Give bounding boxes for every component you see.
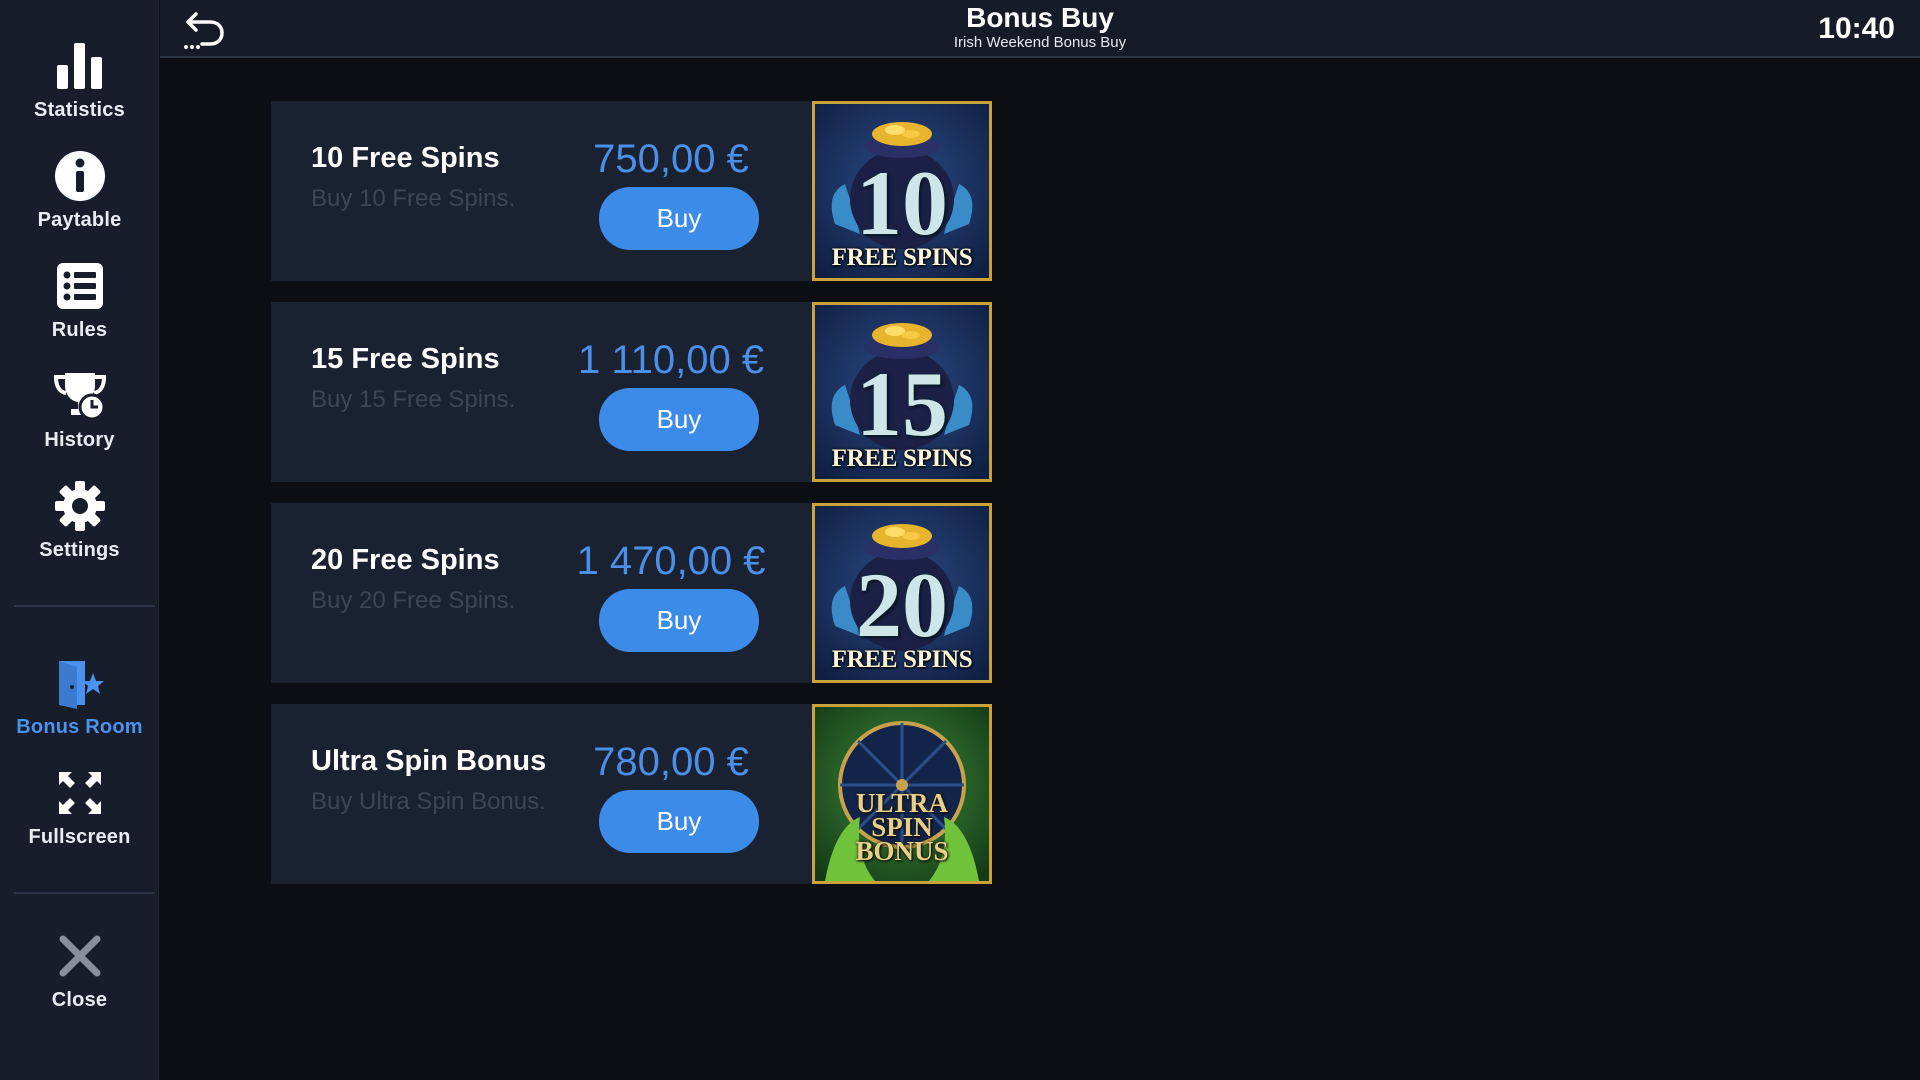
- buy-button[interactable]: Buy: [599, 187, 759, 250]
- sidebar-item-label: Rules: [51, 319, 108, 341]
- offer-card: 15 Free Spins Buy 15 Free Spins. 1 110,0…: [271, 302, 992, 482]
- thumbnail-label: FREE SPINS: [831, 646, 973, 673]
- app-root: Statistics Paytable Rules History Settin…: [0, 0, 1920, 1080]
- thumbnail-label: FREE SPINS: [831, 445, 973, 472]
- buy-button[interactable]: Buy: [599, 589, 759, 652]
- sidebar-item-bonus-room[interactable]: Bonus Room: [0, 655, 159, 759]
- offer-title: 15 Free Spins: [311, 343, 500, 375]
- sidebar-item-fullscreen[interactable]: Fullscreen: [0, 765, 159, 869]
- buy-button[interactable]: Buy: [599, 388, 759, 451]
- sidebar-divider: [14, 605, 155, 607]
- sidebar-item-label: Paytable: [37, 209, 122, 231]
- sidebar-item-label: History: [44, 429, 115, 451]
- title-block: Bonus Buy Irish Weekend Bonus Buy: [160, 0, 1920, 52]
- page-title: Bonus Buy: [966, 2, 1114, 33]
- offer-title: 20 Free Spins: [311, 544, 500, 576]
- offer-card: 20 Free Spins Buy 20 Free Spins. 1 470,0…: [271, 503, 992, 683]
- header-bar: Bonus Buy Irish Weekend Bonus Buy 10:40: [160, 0, 1920, 58]
- offer-card: Ultra Spin Bonus Buy Ultra Spin Bonus. 7…: [271, 704, 992, 884]
- sidebar-item-paytable[interactable]: Paytable: [0, 148, 159, 252]
- page-subtitle: Irish Weekend Bonus Buy: [953, 34, 1127, 51]
- ultra-spin-bonus-thumbnail[interactable]: ULTRA SPIN BONUS: [812, 704, 992, 884]
- sidebar-item-label: Bonus Room: [16, 716, 143, 738]
- gear-icon: [52, 478, 108, 534]
- offer-price: 750,00 €: [593, 137, 749, 181]
- free-spins-15-thumbnail[interactable]: 15 FREE SPINS: [812, 302, 992, 482]
- sidebar-item-label: Close: [51, 989, 108, 1011]
- sidebar-item-label: Fullscreen: [28, 826, 131, 848]
- offer-text: Ultra Spin Bonus Buy Ultra Spin Bonus.: [311, 744, 546, 816]
- list-icon: [52, 258, 108, 314]
- offer-title: Ultra Spin Bonus: [311, 745, 547, 777]
- trophy-clock-icon: [52, 368, 108, 424]
- offer-description: Buy Ultra Spin Bonus.: [311, 788, 546, 815]
- thumbnail-label-line: BONUS: [855, 836, 949, 866]
- thumbnail-label: FREE SPINS: [831, 244, 973, 271]
- thumbnail-number: 10: [856, 152, 948, 254]
- sidebar-divider: [14, 892, 155, 894]
- offer-text: 10 Free Spins Buy 10 Free Spins.: [311, 141, 515, 213]
- door-star-icon: [52, 655, 108, 711]
- sidebar-item-close[interactable]: Close: [0, 928, 159, 1032]
- offer-price: 780,00 €: [593, 740, 749, 784]
- free-spins-20-thumbnail[interactable]: 20 FREE SPINS: [812, 503, 992, 683]
- offer-title: 10 Free Spins: [311, 142, 500, 174]
- offer-description: Buy 10 Free Spins.: [311, 185, 516, 212]
- sidebar-item-history[interactable]: History: [0, 368, 159, 472]
- thumbnail-number: 15: [856, 353, 948, 455]
- sidebar-item-label: Settings: [39, 539, 120, 561]
- offer-text: 15 Free Spins Buy 15 Free Spins.: [311, 342, 515, 414]
- close-icon: [52, 928, 108, 984]
- sidebar: Statistics Paytable Rules History Settin…: [0, 0, 159, 1080]
- bar-chart-icon: [52, 38, 108, 94]
- buy-button[interactable]: Buy: [599, 790, 759, 853]
- sidebar-item-settings[interactable]: Settings: [0, 478, 159, 582]
- sidebar-item-statistics[interactable]: Statistics: [0, 38, 159, 142]
- offer-description: Buy 15 Free Spins.: [311, 386, 516, 413]
- sidebar-item-label: Statistics: [34, 99, 125, 121]
- info-icon: [52, 148, 108, 204]
- sidebar-item-rules[interactable]: Rules: [0, 258, 159, 362]
- offer-price: 1 110,00 €: [577, 338, 765, 382]
- fullscreen-icon: [52, 765, 108, 821]
- free-spins-10-thumbnail[interactable]: 10 FREE SPINS: [812, 101, 992, 281]
- clock: 10:40: [1818, 12, 1895, 45]
- offer-price: 1 470,00 €: [576, 539, 766, 583]
- offer-card: 10 Free Spins Buy 10 Free Spins. 750,00 …: [271, 101, 992, 281]
- offer-description: Buy 20 Free Spins.: [311, 587, 516, 614]
- thumbnail-label: ULTRA SPIN BONUS: [815, 790, 989, 866]
- thumbnail-number: 20: [856, 554, 948, 656]
- offer-text: 20 Free Spins Buy 20 Free Spins.: [311, 543, 515, 615]
